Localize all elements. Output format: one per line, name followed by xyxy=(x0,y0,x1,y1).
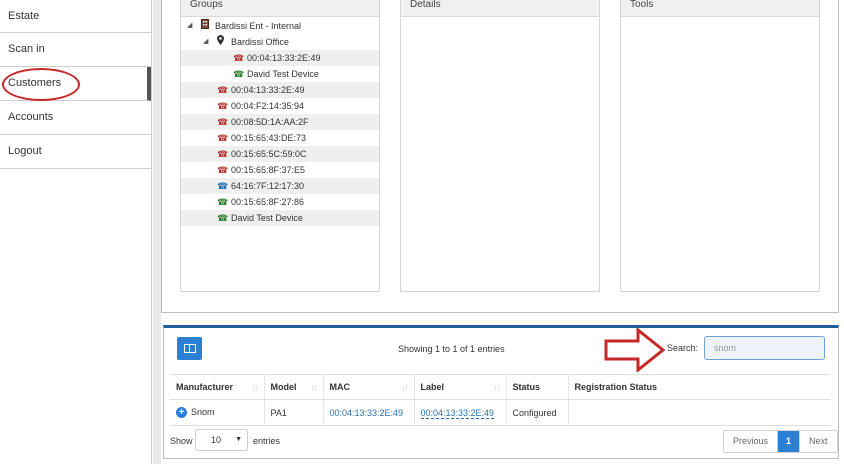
tree-device[interactable]: ☎ 00:04:13:33:2E:49 xyxy=(181,50,379,66)
tree-device[interactable]: ☎ 00:15:65:8F:27:86 xyxy=(181,194,379,210)
cell-label: 00:04:13:33:2E:49 xyxy=(414,399,507,426)
sidebar-item-label: Scan in xyxy=(8,43,45,55)
phone-icon: ☎ xyxy=(217,165,229,175)
phone-icon: ☎ xyxy=(217,213,229,223)
sort-icon: ↓↑ xyxy=(493,382,501,392)
table-row[interactable]: + Snom PA1 00:04:13:33:2E:49 00:04:13:33:… xyxy=(170,399,830,426)
phone-icon: ☎ xyxy=(233,69,245,79)
label-editable[interactable]: 00:04:13:33:2E:49 xyxy=(420,407,495,419)
column-header-manufacturer[interactable]: Manufacturer ↓↑ xyxy=(170,374,265,400)
details-title: Details xyxy=(401,0,599,17)
tree-device[interactable]: ☎ 00:04:F2:14:35:94 xyxy=(181,98,379,114)
tree-device-label: 00:15:65:8F:27:86 xyxy=(231,197,305,207)
tree-device[interactable]: ☎ 00:04:13:33:2E:49 xyxy=(181,82,379,98)
page-1-button[interactable]: 1 xyxy=(778,431,800,452)
tree-device-label: 00:15:65:5C:59:0C xyxy=(231,149,307,159)
tree-device[interactable]: ☎ 00:08:5D:1A:AA:2F xyxy=(181,114,379,130)
devices-table: Manufacturer ↓↑ Model ↓↑ MAC ↓↑ Label ↓↑ Sta… xyxy=(170,374,830,426)
table-info: Showing 1 to 1 of 1 entries xyxy=(398,344,505,354)
sort-icon: ↓↑ xyxy=(251,382,259,392)
tree-device-label: 64:16:7F:12:17:30 xyxy=(231,181,305,191)
cell-mac: 00:04:13:33:2E:49 xyxy=(323,399,415,426)
column-header-mac[interactable]: MAC ↓↑ xyxy=(323,374,415,400)
groups-tree: ◢ Bardissi Ent - Internal ◢ Bardissi Off… xyxy=(181,18,379,226)
phone-icon: ☎ xyxy=(217,149,229,159)
caret-down-icon[interactable]: ◢ xyxy=(187,18,192,34)
tree-device-label: David Test Device xyxy=(247,69,319,79)
sidebar-item-label: Accounts xyxy=(8,111,54,123)
tree-office[interactable]: ◢ Bardissi Office xyxy=(181,34,379,50)
expand-row-icon[interactable]: + xyxy=(176,407,187,419)
annotation-arrow-icon xyxy=(604,328,666,372)
phone-icon: ☎ xyxy=(217,101,229,111)
tree-device[interactable]: ☎ David Test Device xyxy=(181,66,379,82)
tree-device-label: 00:04:F2:14:35:94 xyxy=(231,101,305,111)
search-input[interactable] xyxy=(704,336,825,360)
tree-device[interactable]: ☎ 00:15:65:5C:59:0C xyxy=(181,146,379,162)
next-page-button[interactable]: Next xyxy=(799,431,837,452)
phone-icon: ☎ xyxy=(217,117,229,127)
phone-icon: ☎ xyxy=(217,85,229,95)
tree-office-label: Bardissi Office xyxy=(231,37,289,47)
mac-link[interactable]: 00:04:13:33:2E:49 xyxy=(330,408,404,418)
sidebar-item-estate[interactable]: Estate xyxy=(0,0,151,33)
caret-down-icon[interactable]: ◢ xyxy=(203,34,208,50)
caret-down-icon: ▼ xyxy=(235,436,242,443)
cell-model: PA1 xyxy=(264,399,324,426)
phone-icon: ☎ xyxy=(233,53,245,63)
column-visibility-button[interactable] xyxy=(177,337,202,360)
sidebar-item-label: Estate xyxy=(8,10,40,22)
tree-device-label: 00:15:65:8F:37:E5 xyxy=(231,165,306,175)
table-header-row: Manufacturer ↓↑ Model ↓↑ MAC ↓↑ Label ↓↑ Sta… xyxy=(170,374,830,400)
tree-device[interactable]: ☎ 00:15:65:8F:37:E5 xyxy=(181,162,379,178)
tree-root[interactable]: ◢ Bardissi Ent - Internal xyxy=(181,18,379,34)
cell-manufacturer: + Snom xyxy=(170,399,265,426)
sidebar: Estate Scan in Customers Accounts Logout xyxy=(0,0,152,464)
previous-page-button[interactable]: Previous xyxy=(724,431,779,452)
entries-label: entries xyxy=(253,436,281,446)
sidebar-item-accounts[interactable]: Accounts xyxy=(0,101,151,135)
column-header-registration-status[interactable]: Registration Status xyxy=(568,374,830,400)
device-panel: Groups ◢ Bardissi Ent - Internal ◢ Bardi… xyxy=(161,0,839,313)
tools-panel: Tools xyxy=(620,0,820,292)
groups-panel: Groups ◢ Bardissi Ent - Internal ◢ Bardi… xyxy=(180,0,380,292)
details-panel: Details xyxy=(400,0,600,292)
tree-device[interactable]: ☎ 00:15:65:43:DE:73 xyxy=(181,130,379,146)
sort-icon: ↓↑ xyxy=(401,382,409,392)
column-header-label[interactable]: Label ↓↑ xyxy=(414,374,507,400)
phone-icon: ☎ xyxy=(217,133,229,143)
map-marker-icon xyxy=(217,34,224,50)
sidebar-item-label: Logout xyxy=(8,145,42,157)
tree-device-label: 00:08:5D:1A:AA:2F xyxy=(231,117,309,127)
phone-icon: ☎ xyxy=(217,197,229,207)
tree-device[interactable]: ☎ David Test Device xyxy=(181,210,379,226)
sort-icon: ↓↑ xyxy=(310,382,318,392)
tree-root-label: Bardissi Ent - Internal xyxy=(215,21,302,31)
search-label: Search: xyxy=(667,343,699,353)
pagination: Previous 1 Next xyxy=(723,430,838,453)
tree-device[interactable]: ☎ 64:16:7F:12:17:30 xyxy=(181,178,379,194)
tree-device-label: David Test Device xyxy=(231,213,303,223)
page-length-select[interactable]: 10 ▼ xyxy=(195,429,248,451)
phone-icon: ☎ xyxy=(217,181,229,191)
tree-device-label: 00:04:13:33:2E:49 xyxy=(231,85,305,95)
groups-title: Groups xyxy=(181,0,379,17)
cell-status: Configured xyxy=(506,399,569,426)
tree-device-label: 00:04:13:33:2E:49 xyxy=(247,53,321,63)
building-icon xyxy=(201,18,209,34)
show-label: Show xyxy=(170,436,193,446)
columns-icon xyxy=(183,344,196,353)
column-header-status[interactable]: Status xyxy=(506,374,569,400)
sidebar-item-scan-in[interactable]: Scan in xyxy=(0,33,151,67)
sidebar-divider xyxy=(153,0,161,464)
cell-registration-status xyxy=(568,399,830,426)
devices-table-panel: Showing 1 to 1 of 1 entries Search: Manu… xyxy=(163,325,839,459)
tools-title: Tools xyxy=(621,0,819,17)
sidebar-item-customers[interactable]: Customers xyxy=(0,67,151,101)
sidebar-item-logout[interactable]: Logout xyxy=(0,135,151,169)
column-header-model[interactable]: Model ↓↑ xyxy=(264,374,324,400)
sidebar-item-label: Customers xyxy=(8,77,62,89)
tree-device-label: 00:15:65:43:DE:73 xyxy=(231,133,307,143)
